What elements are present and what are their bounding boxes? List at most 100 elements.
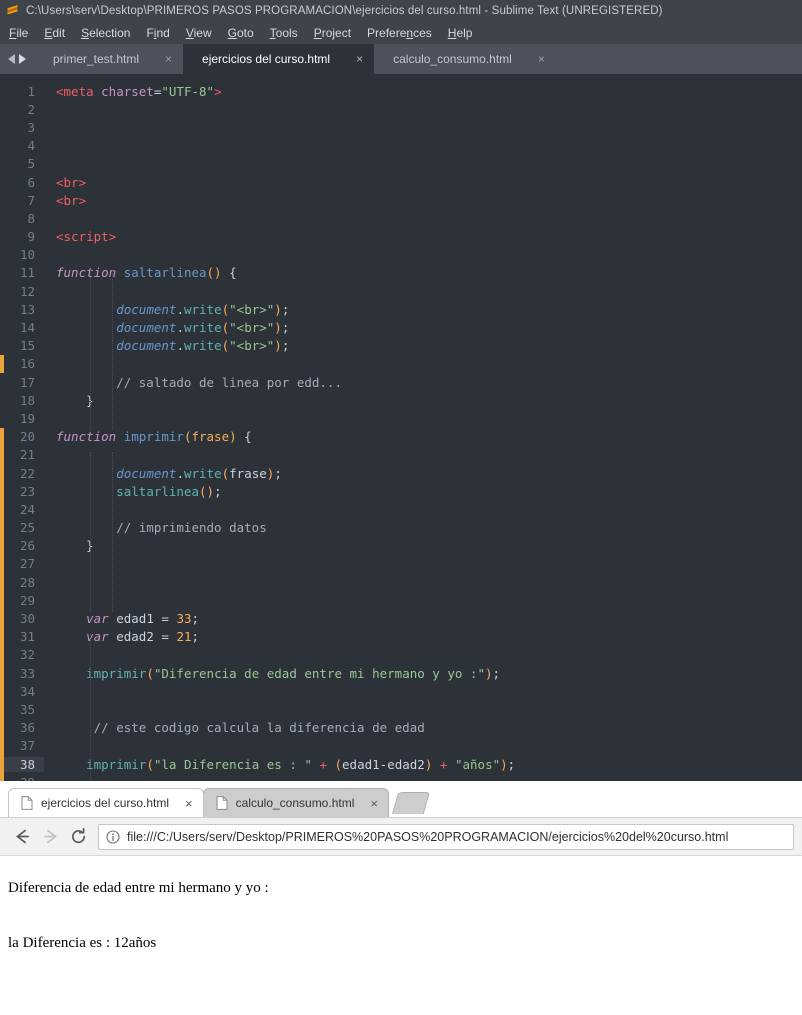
code-line-37[interactable]: 37 — [0, 736, 802, 755]
menu-item-edit[interactable]: Edit — [44, 26, 65, 40]
editor-tab-label: primer_test.html — [53, 52, 140, 66]
modified-line-marker — [0, 500, 4, 519]
address-bar[interactable]: file:///C:/Users/serv/Desktop/PRIMEROS%2… — [98, 823, 794, 850]
page-line-break — [8, 897, 794, 935]
back-arrow-icon[interactable] — [8, 823, 36, 851]
editor-tab-1[interactable]: ejercicios del curso.html × — [183, 44, 375, 74]
code-line-8[interactable]: 8 — [0, 209, 802, 227]
code-line-21[interactable]: 21 — [0, 445, 802, 464]
code-line-5[interactable]: 5 — [0, 155, 802, 173]
sublime-text-logo-icon — [6, 4, 19, 18]
menu-item-selection[interactable]: Selection — [81, 26, 130, 40]
code-line-18[interactable]: 18 } — [0, 391, 802, 409]
menu-item-file[interactable]: File — [9, 26, 28, 40]
modified-line-marker — [0, 736, 4, 755]
code-line-32[interactable]: 32 — [0, 645, 802, 664]
page-text-line-0: Diferencia de edad entre mi hermano y yo… — [8, 880, 269, 896]
code-line-34[interactable]: 34 — [0, 682, 802, 701]
code-line-1[interactable]: 1 <meta charset="UTF-8"> — [0, 82, 802, 100]
address-bar-url: file:///C:/Users/serv/Desktop/PRIMEROS%2… — [127, 829, 729, 844]
chevron-right-icon[interactable] — [19, 54, 26, 64]
line-number: 23 — [19, 483, 35, 499]
editor-tab-0[interactable]: primer_test.html × — [34, 44, 184, 74]
code-line-25[interactable]: 25 // imprimiendo datos — [0, 518, 802, 537]
modified-line-marker — [0, 773, 4, 781]
code-line-31[interactable]: 31 var edad2 = 21; — [0, 627, 802, 646]
code-line-28[interactable]: 28 — [0, 573, 802, 592]
code-line-4[interactable]: 4 — [0, 137, 802, 155]
close-icon[interactable]: × — [165, 53, 172, 65]
close-icon[interactable]: × — [356, 53, 363, 65]
menu-item-help[interactable]: Help — [448, 26, 473, 40]
indent-guide — [112, 452, 114, 612]
code-line-39[interactable]: 39 — [0, 773, 802, 781]
page-text-line-1: la Diferencia es : 12años — [8, 934, 157, 951]
code-line-text: // imprimiendo datos — [56, 520, 267, 536]
new-tab-button-icon[interactable] — [391, 792, 431, 814]
code-line-20[interactable]: 20 function imprimir(frase) { — [0, 427, 802, 446]
menu-item-goto[interactable]: Goto — [228, 26, 254, 40]
editor-tab-2[interactable]: calculo_consumo.html × — [374, 44, 556, 74]
reload-icon[interactable] — [64, 823, 92, 851]
code-line-13[interactable]: 13 document.write("<br>"); — [0, 300, 802, 318]
code-line-text: imprimir("la Diferencia es : " + (edad1-… — [86, 756, 516, 772]
code-line-22[interactable]: 22 document.write(frase); — [0, 463, 802, 483]
code-line-6[interactable]: 6 <br> — [0, 173, 802, 191]
code-line-9[interactable]: 9 <script> — [0, 228, 802, 246]
close-icon[interactable]: × — [370, 797, 378, 810]
code-line-12[interactable]: 12 — [0, 282, 802, 300]
code-line-text: var edad1 = 33; — [86, 611, 200, 627]
code-line-15[interactable]: 15 document.write("<br>"); — [0, 337, 802, 355]
code-line-24[interactable]: 24 — [0, 500, 802, 519]
code-line-36[interactable]: 36 // este codigo calcula la diferencia … — [0, 718, 802, 737]
line-number: 20 — [19, 429, 35, 445]
code-line-33[interactable]: 33 imprimir("Diferencia de edad entre mi… — [0, 664, 802, 683]
menu-item-preferences[interactable]: Preferences — [367, 26, 432, 40]
line-number: 2 — [27, 101, 35, 117]
code-line-text: document.write("<br>"); — [116, 338, 290, 354]
code-line-11[interactable]: 11 function saltarlinea() { — [0, 264, 802, 282]
code-line-35[interactable]: 35 — [0, 700, 802, 719]
forward-arrow-icon — [36, 823, 64, 851]
code-line-27[interactable]: 27 — [0, 554, 802, 574]
page-info-icon[interactable] — [106, 829, 120, 844]
browser-tab-0[interactable]: ejercicios del curso.html × — [8, 788, 204, 817]
code-line-text: saltarlinea(); — [116, 483, 222, 499]
code-line-text: // saltado de linea por edd... — [56, 374, 342, 390]
code-line-17[interactable]: 17 // saltado de linea por edd... — [0, 373, 802, 391]
code-line-16[interactable]: 16 — [0, 354, 802, 373]
line-number: 4 — [27, 138, 35, 154]
menu-item-find[interactable]: Find — [146, 26, 169, 40]
code-line-text: document.write("<br>"); — [116, 320, 290, 336]
code-line-text: <script> — [56, 229, 117, 245]
close-icon[interactable]: × — [538, 53, 545, 65]
code-line-38[interactable]: 38 imprimir("la Diferencia es : " + (eda… — [0, 754, 802, 774]
code-editor[interactable]: 1 <meta charset="UTF-8"> 2 3 4 5 6 <br> 7 <br> 8 9 <… — [0, 74, 802, 781]
code-line-23[interactable]: 23 saltarlinea(); — [0, 482, 802, 501]
code-line-2[interactable]: 2 — [0, 100, 802, 118]
editor-tab-bar: primer_test.html × ejercicios del curso.ht… — [0, 44, 802, 74]
line-number: 22 — [19, 465, 35, 481]
indent-guide — [90, 270, 92, 430]
line-number: 3 — [27, 119, 35, 135]
close-icon[interactable]: × — [185, 797, 193, 810]
code-line-30[interactable]: 30 var edad1 = 33; — [0, 609, 802, 628]
line-number: 30 — [19, 611, 35, 627]
code-line-text: <br> — [56, 174, 87, 190]
modified-line-marker — [0, 354, 4, 373]
code-line-29[interactable]: 29 — [0, 591, 802, 610]
menu-item-project[interactable]: Project — [314, 26, 351, 40]
menu-bar: File Edit Selection Find View Goto Tools Projec… — [0, 22, 802, 44]
code-line-text: } — [56, 392, 94, 408]
code-line-3[interactable]: 3 — [0, 118, 802, 136]
chevron-left-icon[interactable] — [8, 54, 15, 64]
code-line-26[interactable]: 26 } — [0, 536, 802, 555]
menu-item-tools[interactable]: Tools — [270, 26, 298, 40]
menu-item-view[interactable]: View — [186, 26, 212, 40]
code-line-10[interactable]: 10 — [0, 246, 802, 264]
code-line-14[interactable]: 14 document.write("<br>"); — [0, 318, 802, 336]
browser-tab-1[interactable]: calculo_consumo.html × — [202, 788, 389, 817]
code-line-7[interactable]: 7 <br> — [0, 191, 802, 209]
code-line-19[interactable]: 19 — [0, 409, 802, 427]
tab-scroll-arrows[interactable] — [0, 44, 34, 74]
